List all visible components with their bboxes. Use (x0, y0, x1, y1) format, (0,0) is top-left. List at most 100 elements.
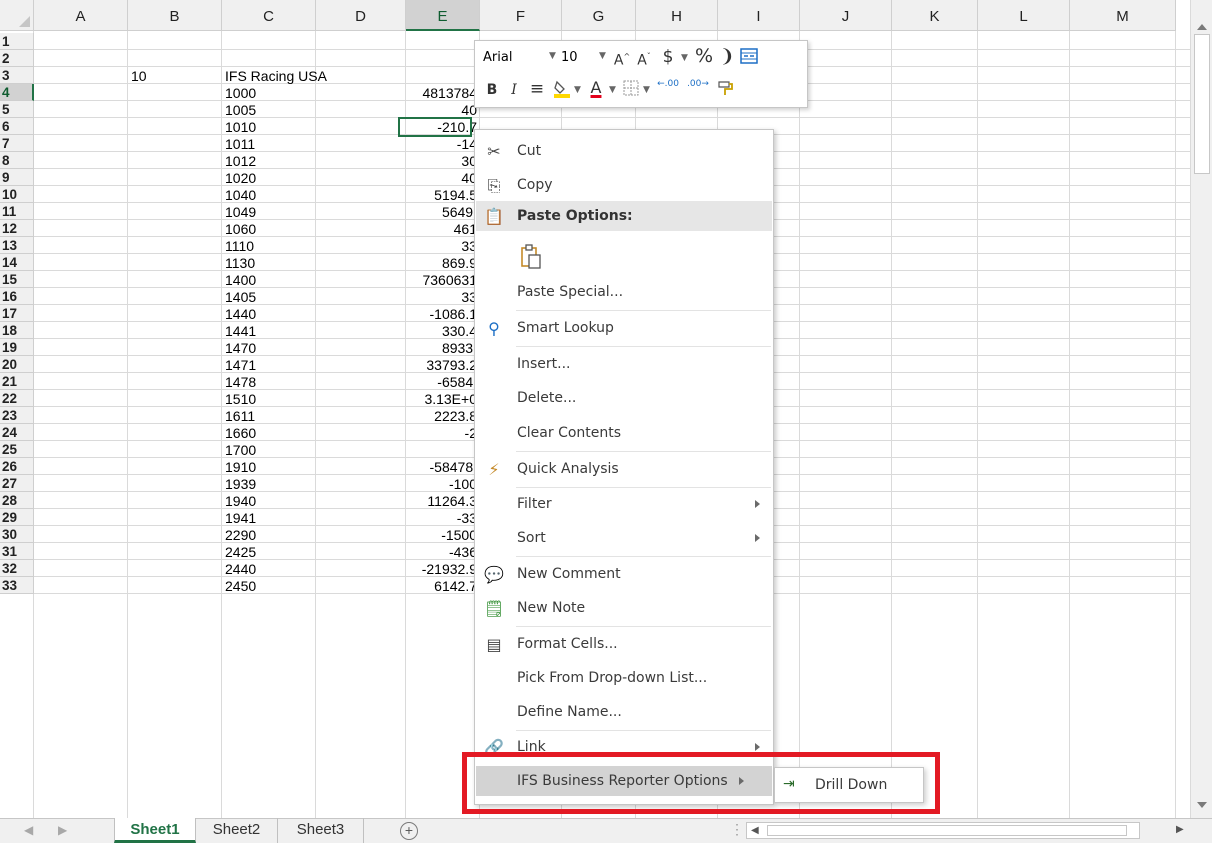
cell-c28[interactable]: 1940 (222, 492, 316, 509)
scroll-left-icon[interactable]: ◀ (751, 825, 759, 836)
paste-button[interactable] (476, 238, 772, 272)
cell-c17[interactable]: 1440 (222, 305, 316, 322)
cell-e8[interactable]: 30 (406, 152, 480, 169)
increase-font-size-button[interactable]: A^ (613, 46, 631, 69)
cell-e29[interactable]: -33 (406, 509, 480, 526)
cell-e20[interactable]: 33793.2 (406, 356, 480, 373)
italic-button[interactable]: I (505, 79, 523, 101)
menu-item-paste-special[interactable]: Paste Special... (476, 277, 772, 307)
percent-style-button[interactable]: % (693, 45, 715, 67)
font-color-button[interactable]: A (587, 77, 605, 99)
row-header-14[interactable]: 14 (0, 254, 34, 271)
menu-item-define-name[interactable]: Define Name... (476, 697, 772, 727)
scroll-down-icon[interactable] (1197, 802, 1207, 808)
scroll-right-icon[interactable]: ▶ (1176, 824, 1184, 835)
cell-c20[interactable]: 1471 (222, 356, 316, 373)
row-header-12[interactable]: 12 (0, 220, 34, 237)
menu-item-filter[interactable]: Filter (476, 489, 772, 519)
cell-c15[interactable]: 1400 (222, 271, 316, 288)
row-header-33[interactable]: 33 (0, 577, 34, 594)
cell-c21[interactable]: 1478 (222, 373, 316, 390)
menu-item-smart-lookup[interactable]: ⚲ Smart Lookup (476, 313, 772, 343)
column-header-c[interactable]: C (222, 0, 316, 31)
cell-c13[interactable]: 1110 (222, 237, 316, 254)
increase-decimal-button[interactable]: ←.00 (655, 79, 681, 101)
cell-c22[interactable]: 1510 (222, 390, 316, 407)
cell-e17[interactable]: -1086.1 (406, 305, 480, 322)
cell-c30[interactable]: 2290 (222, 526, 316, 543)
cell-c18[interactable]: 1441 (222, 322, 316, 339)
row-header-18[interactable]: 18 (0, 322, 34, 339)
menu-item-new-comment[interactable]: 💬 New Comment (476, 559, 772, 589)
tab-split-handle-icon[interactable]: ⋮ (730, 821, 744, 838)
menu-item-link[interactable]: 🔗 Link (476, 732, 772, 754)
column-header-l[interactable]: L (978, 0, 1070, 31)
sheet-tab-3[interactable]: Sheet3 (278, 818, 364, 843)
cell-e18[interactable]: 330.4 (406, 322, 480, 339)
cell-c4[interactable]: 1000 (222, 84, 316, 101)
row-header-30[interactable]: 30 (0, 526, 34, 543)
sheet-tab-1[interactable]: Sheet1 (114, 818, 196, 843)
cell-e21[interactable]: -6584. (406, 373, 480, 390)
row-header-8[interactable]: 8 (0, 152, 34, 169)
row-header-13[interactable]: 13 (0, 237, 34, 254)
row-header-10[interactable]: 10 (0, 186, 34, 203)
horizontal-scrollbar[interactable]: ◀ (746, 822, 1140, 839)
cell-c31[interactable]: 2425 (222, 543, 316, 560)
cell-e28[interactable]: 11264.3 (406, 492, 480, 509)
column-header-e[interactable]: E (406, 0, 480, 31)
row-header-16[interactable]: 16 (0, 288, 34, 305)
cell-e12[interactable]: 461 (406, 220, 480, 237)
cell-e15[interactable]: 7360631 (406, 271, 480, 288)
cell-c10[interactable]: 1040 (222, 186, 316, 203)
menu-item-new-note[interactable]: 🗒 New Note (476, 593, 772, 623)
row-header-9[interactable]: 9 (0, 169, 34, 186)
cell-b3[interactable]: 10 (128, 67, 222, 84)
vertical-scroll-thumb[interactable] (1194, 34, 1210, 174)
cell-e19[interactable]: 8933. (406, 339, 480, 356)
cell-e7[interactable]: -14 (406, 135, 480, 152)
cell-e5[interactable]: 40 (406, 101, 480, 118)
menu-item-delete[interactable]: Delete... (476, 383, 772, 413)
font-size-box[interactable]: 10 (559, 48, 595, 68)
column-header-j[interactable]: J (800, 0, 892, 31)
cell-c9[interactable]: 1020 (222, 169, 316, 186)
menu-item-insert[interactable]: Insert... (476, 349, 772, 379)
row-header-26[interactable]: 26 (0, 458, 34, 475)
scroll-up-icon[interactable] (1197, 24, 1207, 30)
font-color-dropdown-icon[interactable]: ▼ (609, 85, 616, 95)
cell-c16[interactable]: 1405 (222, 288, 316, 305)
cell-c32[interactable]: 2440 (222, 560, 316, 577)
cell-c25[interactable]: 1700 (222, 441, 316, 458)
borders-button[interactable] (621, 79, 641, 101)
column-header-f[interactable]: F (480, 0, 562, 31)
cell-e4[interactable]: 4813784 (406, 84, 480, 101)
row-header-6[interactable]: 6 (0, 118, 34, 135)
menu-item-sort[interactable]: Sort (476, 523, 772, 553)
decrease-font-size-button[interactable]: Aˇ (635, 46, 653, 69)
row-header-20[interactable]: 20 (0, 356, 34, 373)
cell-c12[interactable]: 1060 (222, 220, 316, 237)
row-header-25[interactable]: 25 (0, 441, 34, 458)
cell-e22[interactable]: 3.13E+0 (406, 390, 480, 407)
cell-e26[interactable]: -58478. (406, 458, 480, 475)
menu-item-pick-from-list[interactable]: Pick From Drop-down List... (476, 663, 772, 693)
cell-c33[interactable]: 2450 (222, 577, 316, 594)
row-header-23[interactable]: 23 (0, 407, 34, 424)
font-size-dropdown-icon[interactable]: ▼ (599, 51, 606, 61)
column-header-b[interactable]: B (128, 0, 222, 31)
cell-c6[interactable]: 1010 (222, 118, 316, 135)
row-header-4[interactable]: 4 (0, 84, 34, 101)
column-header-i[interactable]: I (718, 0, 800, 31)
cell-e33[interactable]: 6142.7 (406, 577, 480, 594)
cell-e14[interactable]: 869.9 (406, 254, 480, 271)
cell-c8[interactable]: 1012 (222, 152, 316, 169)
row-header-2[interactable]: 2 (0, 50, 34, 67)
cell-c23[interactable]: 1611 (222, 407, 316, 424)
cell-e16[interactable]: 33 (406, 288, 480, 305)
menu-item-cut[interactable]: ✂ Cut (476, 136, 772, 166)
select-all-corner[interactable] (0, 0, 34, 31)
sheet-tab-2[interactable]: Sheet2 (196, 818, 278, 843)
accounting-format-button[interactable]: $ (659, 46, 677, 68)
bold-button[interactable]: B (483, 79, 501, 101)
